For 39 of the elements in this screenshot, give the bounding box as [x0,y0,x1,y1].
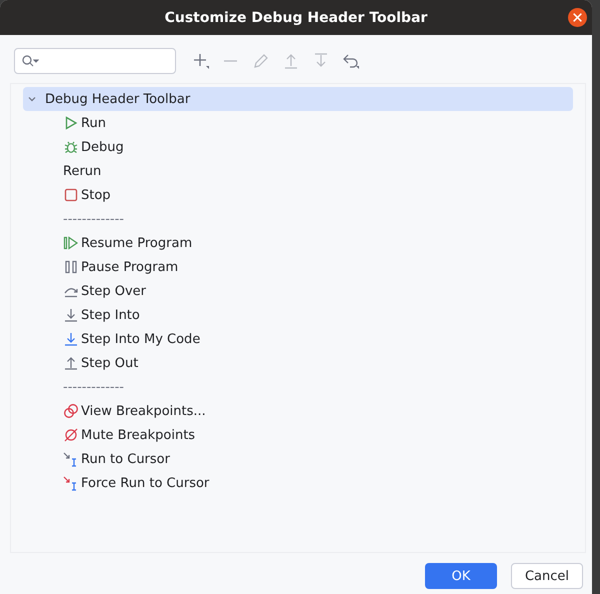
separator-item[interactable]: ------------- [63,212,124,226]
tree-item[interactable]: Run to Cursor [81,452,170,466]
tree-item[interactable]: Step Into [81,308,140,322]
down-arrow-icon [63,331,79,347]
tree-item[interactable]: Step Into My Code [81,332,200,346]
separator-item[interactable]: ------------- [63,380,124,394]
search-icon [21,54,39,68]
tree-item[interactable]: Rerun [63,164,102,178]
tree-node-label: Debug Header Toolbar [45,92,190,106]
square-icon [63,187,79,203]
ok-button[interactable]: OK [425,563,497,589]
breakpoints-icon [63,403,79,419]
muted-breakpoint-icon [63,427,79,443]
cancel-button[interactable]: Cancel [511,563,583,589]
tree-item[interactable]: Pause Program [81,260,178,274]
add-icon[interactable] [192,52,210,70]
tree-item[interactable]: Resume Program [81,236,192,250]
down-arrow-icon [63,307,79,323]
tree-item[interactable]: Force Run to Cursor [81,476,210,490]
chevron-icon [27,94,37,104]
cursor-arrow-icon [63,475,79,491]
bug-icon [63,139,79,155]
tree-item[interactable]: View Breakpoints... [81,404,206,418]
tree-item[interactable]: Mute Breakpoints [81,428,196,442]
up-arrow-icon [63,355,79,371]
window-title: Customize Debug Header Toolbar [164,10,428,26]
close-button[interactable] [568,8,587,27]
search-field[interactable] [14,48,176,74]
tree-item[interactable]: Debug [81,140,124,154]
resume-icon [63,235,79,251]
tree-item[interactable]: Step Over [81,284,146,298]
pause-icon [63,259,79,275]
tree-item[interactable]: Step Out [81,356,138,370]
tree-item[interactable]: Stop [81,188,111,202]
undo-icon[interactable] [342,52,360,70]
cursor-arrow-icon [63,451,79,467]
play-icon [63,115,79,131]
tree-item[interactable]: Run [81,116,106,130]
tree-node[interactable]: Debug Header Toolbar [23,87,573,111]
